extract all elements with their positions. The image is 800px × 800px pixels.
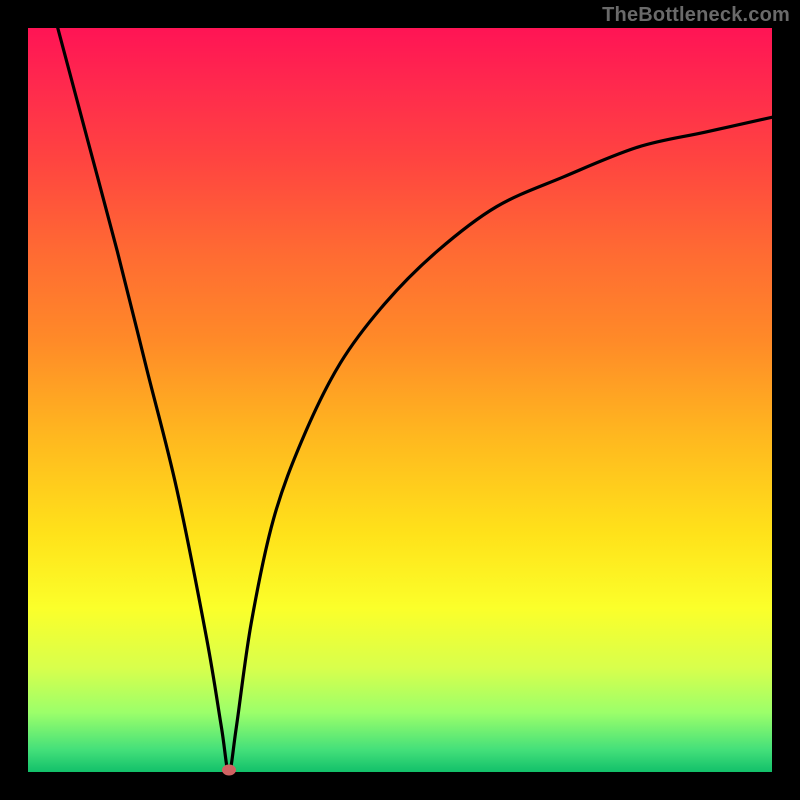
chart-frame: TheBottleneck.com bbox=[0, 0, 800, 800]
bottleneck-curve bbox=[58, 28, 772, 772]
curve-layer bbox=[28, 28, 772, 772]
watermark-text: TheBottleneck.com bbox=[602, 4, 790, 27]
minimum-marker bbox=[222, 765, 236, 776]
plot-area bbox=[28, 28, 772, 772]
